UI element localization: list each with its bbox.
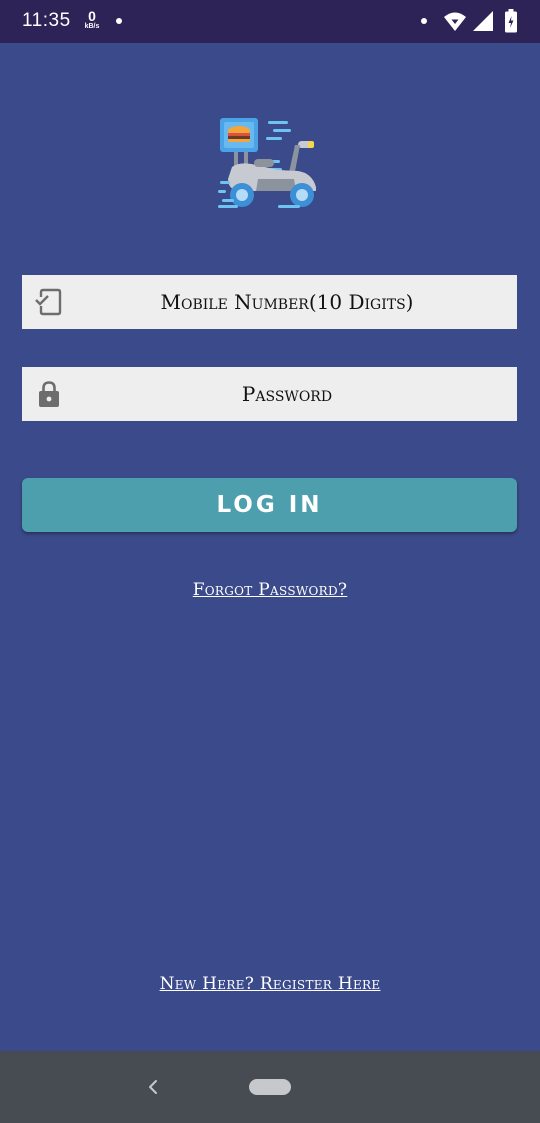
status-bar: 11:35 0 kB/s — [0, 0, 540, 43]
battery-icon — [505, 9, 517, 33]
status-dot-icon — [421, 18, 427, 24]
signal-icon — [473, 11, 493, 31]
back-icon[interactable] — [142, 1073, 164, 1101]
login-screen: 11:35 0 kB/s Mobile Number(10 Digits) LO… — [0, 0, 540, 1123]
network-speed: 0 kB/s — [80, 9, 104, 30]
mobile-number-input[interactable] — [72, 275, 502, 329]
register-link[interactable]: New Here? Register Here — [0, 974, 540, 994]
mobile-number-field[interactable] — [22, 275, 517, 329]
status-time: 11:35 — [22, 10, 71, 31]
forgot-password-link[interactable]: Forgot Password? — [0, 580, 540, 600]
network-speed-value: 0 — [88, 8, 96, 24]
lock-icon — [39, 381, 59, 407]
phone-check-icon — [35, 288, 62, 316]
home-pill-icon[interactable] — [249, 1079, 291, 1095]
network-speed-unit: kB/s — [84, 23, 100, 30]
password-field[interactable] — [22, 367, 517, 421]
password-input[interactable] — [72, 367, 502, 421]
notification-dot-icon — [116, 18, 122, 24]
login-button[interactable]: LOG IN — [22, 478, 517, 532]
wifi-icon — [444, 12, 466, 31]
food-delivery-scooter-icon — [218, 118, 316, 208]
